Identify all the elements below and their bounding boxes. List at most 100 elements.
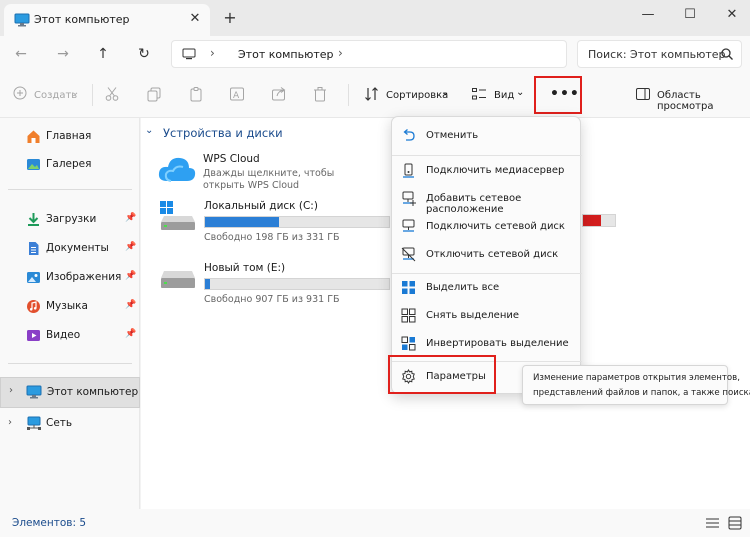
pin-icon: 📌 xyxy=(125,242,137,252)
maximize-button[interactable]: ☐ xyxy=(672,3,708,27)
drive-usage-bar xyxy=(204,278,390,290)
video-icon xyxy=(26,328,41,346)
sidebar-item-network[interactable]: › Сеть xyxy=(0,410,140,438)
drive-usage-bar xyxy=(204,216,390,228)
up-button[interactable]: ↑ xyxy=(90,42,116,66)
sidebar-item-label: Музыка xyxy=(46,300,88,312)
drive-icon xyxy=(158,264,198,297)
monitor-icon xyxy=(26,385,42,402)
copy-icon[interactable] xyxy=(146,86,162,105)
search-box[interactable]: Поиск: Этот компьютер xyxy=(577,40,742,68)
breadcrumb[interactable]: Этот компьютер xyxy=(238,48,334,61)
tab-close-button[interactable]: ✕ xyxy=(186,10,204,28)
menu-item-connect-media-server[interactable]: Подключить медиасервер xyxy=(392,157,582,185)
options-highlight-box xyxy=(388,355,496,394)
tab-title: Этот компьютер xyxy=(34,13,130,26)
sidebar-item-label: Видео xyxy=(46,329,81,341)
undo-icon xyxy=(401,128,416,146)
sidebar-item-videos[interactable]: Видео 📌 xyxy=(0,322,140,350)
home-icon xyxy=(26,129,41,147)
more-options-button[interactable]: ••• xyxy=(534,76,582,114)
menu-item-disconnect-network-drive[interactable]: Отключить сетевой диск xyxy=(392,241,582,269)
back-button[interactable]: ← xyxy=(8,42,34,66)
close-window-button[interactable]: ✕ xyxy=(714,3,750,27)
sidebar-item-home[interactable]: Главная xyxy=(0,123,140,151)
command-bar: Создать ⌄ A Сортировка ⌄ Вид ⌄ ••• Облас… xyxy=(0,72,750,118)
rename-icon[interactable]: A xyxy=(229,86,245,105)
sidebar-item-label: Сеть xyxy=(46,417,73,429)
pictures-icon xyxy=(26,270,41,288)
chevron-down-icon: ⌄ xyxy=(71,87,80,98)
sidebar-item-documents[interactable]: Документы 📌 xyxy=(0,235,140,263)
sidebar-item-pictures[interactable]: Изображения 📌 xyxy=(0,264,140,292)
collapse-chevron-icon[interactable]: ⌄ xyxy=(145,125,153,136)
disconnect-drive-icon xyxy=(401,247,416,265)
view-button[interactable]: Вид xyxy=(494,90,514,101)
cloud-icon xyxy=(157,153,197,186)
refresh-button[interactable]: ↻ xyxy=(131,42,157,66)
sidebar-item-downloads[interactable]: Загрузки 📌 xyxy=(0,206,140,234)
drive-name: Локальный диск (C:) xyxy=(204,200,318,212)
select-none-icon xyxy=(401,308,416,326)
menu-item-label: Отключить сетевой диск xyxy=(426,249,559,260)
menu-item-add-network-location[interactable]: Добавить сетевое расположение xyxy=(392,185,582,215)
sidebar-item-label: Загрузки xyxy=(46,213,97,225)
share-icon[interactable] xyxy=(271,86,287,105)
preview-pane-icon xyxy=(635,86,651,105)
menu-item-label: Подключить сетевой диск xyxy=(426,221,565,232)
breadcrumb-chevron-icon[interactable]: › xyxy=(210,46,215,60)
new-tab-button[interactable]: + xyxy=(220,8,240,28)
menu-item-label: Добавить сетевое расположение xyxy=(426,193,522,215)
menu-item-undo[interactable]: Отменить xyxy=(392,122,582,150)
search-icon xyxy=(720,47,734,64)
monitor-icon xyxy=(14,13,30,30)
delete-icon[interactable] xyxy=(312,86,328,105)
divider xyxy=(392,155,582,156)
sidebar-item-this-pc[interactable]: › Этот компьютер xyxy=(0,377,140,408)
sidebar-item-label: Этот компьютер xyxy=(47,386,139,398)
invert-selection-icon xyxy=(401,336,416,354)
drive-e[interactable]: Новый том (E:) Свободно 907 ГБ из 931 ГБ xyxy=(158,262,398,306)
drive-free-space: Свободно 907 ГБ из 931 ГБ xyxy=(204,294,340,305)
preview-pane-button[interactable]: Область просмотра xyxy=(657,90,750,112)
search-input[interactable]: Поиск: Этот компьютер xyxy=(588,48,726,61)
pin-icon: 📌 xyxy=(125,329,137,339)
map-drive-icon xyxy=(401,219,416,237)
sidebar-item-label: Главная xyxy=(46,130,92,142)
svg-text:A: A xyxy=(233,91,240,101)
tooltip-text: Изменение параметров открытия элементов, xyxy=(533,373,740,383)
pin-icon: 📌 xyxy=(125,271,137,281)
forward-button[interactable]: → xyxy=(50,42,76,66)
address-bar[interactable]: › Этот компьютер › xyxy=(171,40,567,68)
tiles-view-icon[interactable] xyxy=(728,516,742,533)
drive-c[interactable]: Локальный диск (C:) Свободно 198 ГБ из 3… xyxy=(158,200,398,244)
drive-free-space: Свободно 198 ГБ из 331 ГБ xyxy=(204,232,340,243)
tab-this-pc[interactable]: Этот компьютер ✕ xyxy=(4,4,210,36)
breadcrumb-chevron-icon[interactable]: › xyxy=(338,46,343,60)
cut-icon[interactable] xyxy=(104,86,120,105)
wps-cloud-item[interactable]: WPS Cloud Дважды щелкните, чтобы открыть… xyxy=(157,153,357,193)
system-drive-icon xyxy=(158,200,198,235)
divider xyxy=(8,363,132,364)
chevron-right-icon[interactable]: › xyxy=(9,385,13,396)
menu-item-select-none[interactable]: Снять выделение xyxy=(392,302,582,330)
sidebar-item-gallery[interactable]: Галерея xyxy=(0,151,140,179)
network-location-icon xyxy=(401,191,416,209)
sidebar-item-label: Изображения xyxy=(46,271,122,283)
minimize-button[interactable]: — xyxy=(630,3,666,27)
more-dots-icon: ••• xyxy=(550,86,580,102)
sort-button[interactable]: Сортировка xyxy=(386,90,448,101)
menu-item-label: Подключить медиасервер xyxy=(426,165,565,176)
chevron-right-icon[interactable]: › xyxy=(8,417,12,428)
section-title[interactable]: Устройства и диски xyxy=(163,126,283,140)
sidebar-item-music[interactable]: Музыка 📌 xyxy=(0,293,140,321)
gallery-icon xyxy=(26,157,41,175)
menu-item-select-all[interactable]: Выделить все xyxy=(392,274,582,302)
select-all-icon xyxy=(401,280,416,298)
menu-item-invert-selection[interactable]: Инвертировать выделение xyxy=(392,330,582,358)
media-server-icon xyxy=(401,163,416,181)
menu-item-map-network-drive[interactable]: Подключить сетевой диск xyxy=(392,213,582,241)
details-view-icon[interactable] xyxy=(706,517,719,532)
sidebar-item-label: Документы xyxy=(46,242,109,254)
paste-icon[interactable] xyxy=(188,86,204,105)
